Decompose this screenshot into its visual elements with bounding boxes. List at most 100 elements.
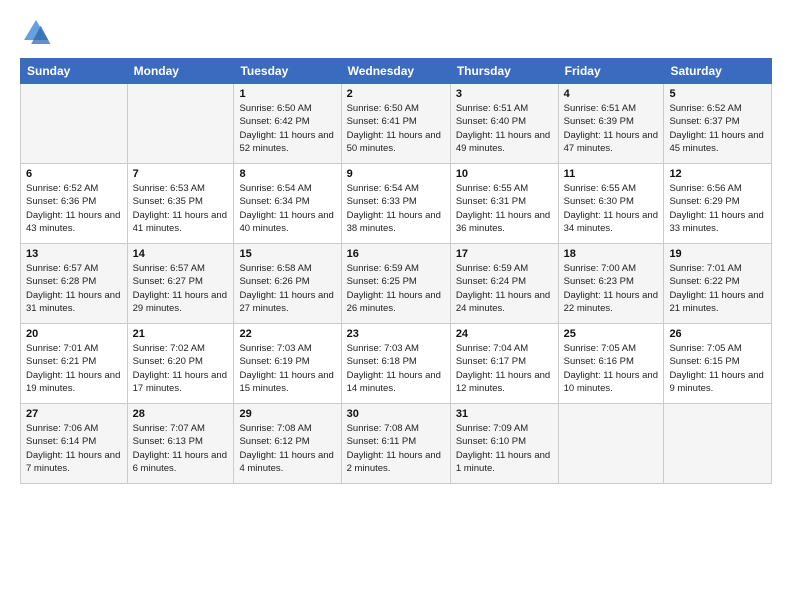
day-cell: 28 Sunrise: 7:07 AM Sunset: 6:13 PM Dayli… [127, 404, 234, 484]
day-info: Sunrise: 6:55 AM Sunset: 6:30 PM Dayligh… [564, 182, 659, 235]
day-cell: 1 Sunrise: 6:50 AM Sunset: 6:42 PM Daylig… [234, 84, 341, 164]
day-number: 4 [564, 88, 659, 100]
day-info: Sunrise: 6:50 AM Sunset: 6:42 PM Dayligh… [239, 102, 335, 155]
day-info: Sunrise: 7:00 AM Sunset: 6:23 PM Dayligh… [564, 262, 659, 315]
dow-friday: Friday [558, 59, 664, 84]
dow-saturday: Saturday [664, 59, 772, 84]
day-cell: 13 Sunrise: 6:57 AM Sunset: 6:28 PM Dayli… [21, 244, 128, 324]
day-cell [127, 84, 234, 164]
day-cell: 25Sunrise: 7:05 AM Sunset: 6:16 PM Dayli… [558, 324, 664, 404]
day-cell: 30 Sunrise: 7:08 AM Sunset: 6:11 PM Dayli… [341, 404, 450, 484]
day-number: 31 [456, 408, 553, 420]
day-cell: 27 Sunrise: 7:06 AM Sunset: 6:14 PM Dayli… [21, 404, 128, 484]
day-cell: 8 Sunrise: 6:54 AM Sunset: 6:34 PM Daylig… [234, 164, 341, 244]
day-info: Sunrise: 6:51 AM Sunset: 6:40 PM Dayligh… [456, 102, 553, 155]
week-row-2: 6 Sunrise: 6:52 AM Sunset: 6:36 PM Daylig… [21, 164, 772, 244]
day-info: Sunrise: 6:53 AM Sunset: 6:35 PM Dayligh… [133, 182, 229, 235]
day-number: 22 [239, 328, 335, 340]
day-info: Sunrise: 7:08 AM Sunset: 6:11 PM Dayligh… [347, 422, 445, 475]
day-info: Sunrise: 6:57 AM Sunset: 6:27 PM Dayligh… [133, 262, 229, 315]
day-cell: 14 Sunrise: 6:57 AM Sunset: 6:27 PM Dayli… [127, 244, 234, 324]
dow-tuesday: Tuesday [234, 59, 341, 84]
day-number: 6 [26, 168, 122, 180]
day-of-week-header: SundayMondayTuesdayWednesdayThursdayFrid… [21, 59, 772, 84]
day-number: 29 [239, 408, 335, 420]
week-row-5: 27 Sunrise: 7:06 AM Sunset: 6:14 PM Dayli… [21, 404, 772, 484]
dow-sunday: Sunday [21, 59, 128, 84]
day-cell: 11 Sunrise: 6:55 AM Sunset: 6:30 PM Dayli… [558, 164, 664, 244]
day-info: Sunrise: 6:56 AM Sunset: 6:29 PM Dayligh… [669, 182, 766, 235]
logo [20, 16, 56, 48]
day-info: Sunrise: 6:55 AM Sunset: 6:31 PM Dayligh… [456, 182, 553, 235]
day-number: 17 [456, 248, 553, 260]
day-number: 9 [347, 168, 445, 180]
day-cell: 7 Sunrise: 6:53 AM Sunset: 6:35 PM Daylig… [127, 164, 234, 244]
day-info: Sunrise: 6:51 AM Sunset: 6:39 PM Dayligh… [564, 102, 659, 155]
day-number: 19 [669, 248, 766, 260]
day-info: Sunrise: 7:09 AM Sunset: 6:10 PM Dayligh… [456, 422, 553, 475]
day-cell: 31 Sunrise: 7:09 AM Sunset: 6:10 PM Dayli… [450, 404, 558, 484]
day-number: 2 [347, 88, 445, 100]
calendar-body: 1 Sunrise: 6:50 AM Sunset: 6:42 PM Daylig… [21, 84, 772, 484]
day-info: Sunrise: 6:59 AM Sunset: 6:24 PM Dayligh… [456, 262, 553, 315]
day-info: Sunrise: 6:50 AM Sunset: 6:41 PM Dayligh… [347, 102, 445, 155]
day-number: 24 [456, 328, 553, 340]
day-number: 13 [26, 248, 122, 260]
day-info: Sunrise: 7:01 AM Sunset: 6:21 PM Dayligh… [26, 342, 122, 395]
day-number: 8 [239, 168, 335, 180]
day-info: Sunrise: 6:52 AM Sunset: 6:36 PM Dayligh… [26, 182, 122, 235]
day-cell: 10Sunrise: 6:55 AM Sunset: 6:31 PM Dayli… [450, 164, 558, 244]
day-cell: 4 Sunrise: 6:51 AM Sunset: 6:39 PM Daylig… [558, 84, 664, 164]
day-number: 3 [456, 88, 553, 100]
day-info: Sunrise: 7:05 AM Sunset: 6:15 PM Dayligh… [669, 342, 766, 395]
day-cell: 26Sunrise: 7:05 AM Sunset: 6:15 PM Dayli… [664, 324, 772, 404]
day-number: 30 [347, 408, 445, 420]
day-cell: 24Sunrise: 7:04 AM Sunset: 6:17 PM Dayli… [450, 324, 558, 404]
day-info: Sunrise: 7:07 AM Sunset: 6:13 PM Dayligh… [133, 422, 229, 475]
day-number: 14 [133, 248, 229, 260]
day-number: 12 [669, 168, 766, 180]
logo-icon [20, 16, 52, 48]
day-info: Sunrise: 6:58 AM Sunset: 6:26 PM Dayligh… [239, 262, 335, 315]
week-row-4: 20 Sunrise: 7:01 AM Sunset: 6:21 PM Dayli… [21, 324, 772, 404]
day-cell: 17 Sunrise: 6:59 AM Sunset: 6:24 PM Dayli… [450, 244, 558, 324]
day-cell: 5 Sunrise: 6:52 AM Sunset: 6:37 PM Daylig… [664, 84, 772, 164]
dow-wednesday: Wednesday [341, 59, 450, 84]
day-number: 27 [26, 408, 122, 420]
day-info: Sunrise: 7:02 AM Sunset: 6:20 PM Dayligh… [133, 342, 229, 395]
page: SundayMondayTuesdayWednesdayThursdayFrid… [0, 0, 792, 612]
day-number: 25 [564, 328, 659, 340]
day-number: 7 [133, 168, 229, 180]
day-info: Sunrise: 6:54 AM Sunset: 6:34 PM Dayligh… [239, 182, 335, 235]
day-number: 11 [564, 168, 659, 180]
day-cell: 23 Sunrise: 7:03 AM Sunset: 6:18 PM Dayli… [341, 324, 450, 404]
dow-monday: Monday [127, 59, 234, 84]
header [20, 16, 772, 48]
calendar-table: SundayMondayTuesdayWednesdayThursdayFrid… [20, 58, 772, 484]
day-cell: 22 Sunrise: 7:03 AM Sunset: 6:19 PM Dayli… [234, 324, 341, 404]
day-number: 16 [347, 248, 445, 260]
day-cell: 19Sunrise: 7:01 AM Sunset: 6:22 PM Dayli… [664, 244, 772, 324]
day-info: Sunrise: 6:59 AM Sunset: 6:25 PM Dayligh… [347, 262, 445, 315]
day-cell [21, 84, 128, 164]
day-cell: 3 Sunrise: 6:51 AM Sunset: 6:40 PM Daylig… [450, 84, 558, 164]
day-number: 28 [133, 408, 229, 420]
day-cell: 21Sunrise: 7:02 AM Sunset: 6:20 PM Dayli… [127, 324, 234, 404]
day-info: Sunrise: 6:54 AM Sunset: 6:33 PM Dayligh… [347, 182, 445, 235]
day-number: 5 [669, 88, 766, 100]
day-number: 23 [347, 328, 445, 340]
week-row-1: 1 Sunrise: 6:50 AM Sunset: 6:42 PM Daylig… [21, 84, 772, 164]
day-cell: 20 Sunrise: 7:01 AM Sunset: 6:21 PM Dayli… [21, 324, 128, 404]
day-cell [664, 404, 772, 484]
day-number: 20 [26, 328, 122, 340]
day-cell: 12 Sunrise: 6:56 AM Sunset: 6:29 PM Dayli… [664, 164, 772, 244]
day-info: Sunrise: 7:03 AM Sunset: 6:18 PM Dayligh… [347, 342, 445, 395]
day-number: 1 [239, 88, 335, 100]
day-info: Sunrise: 6:52 AM Sunset: 6:37 PM Dayligh… [669, 102, 766, 155]
day-cell: 2 Sunrise: 6:50 AM Sunset: 6:41 PM Daylig… [341, 84, 450, 164]
day-info: Sunrise: 6:57 AM Sunset: 6:28 PM Dayligh… [26, 262, 122, 315]
day-cell: 16 Sunrise: 6:59 AM Sunset: 6:25 PM Dayli… [341, 244, 450, 324]
day-info: Sunrise: 7:06 AM Sunset: 6:14 PM Dayligh… [26, 422, 122, 475]
day-cell: 29Sunrise: 7:08 AM Sunset: 6:12 PM Dayli… [234, 404, 341, 484]
day-info: Sunrise: 7:03 AM Sunset: 6:19 PM Dayligh… [239, 342, 335, 395]
